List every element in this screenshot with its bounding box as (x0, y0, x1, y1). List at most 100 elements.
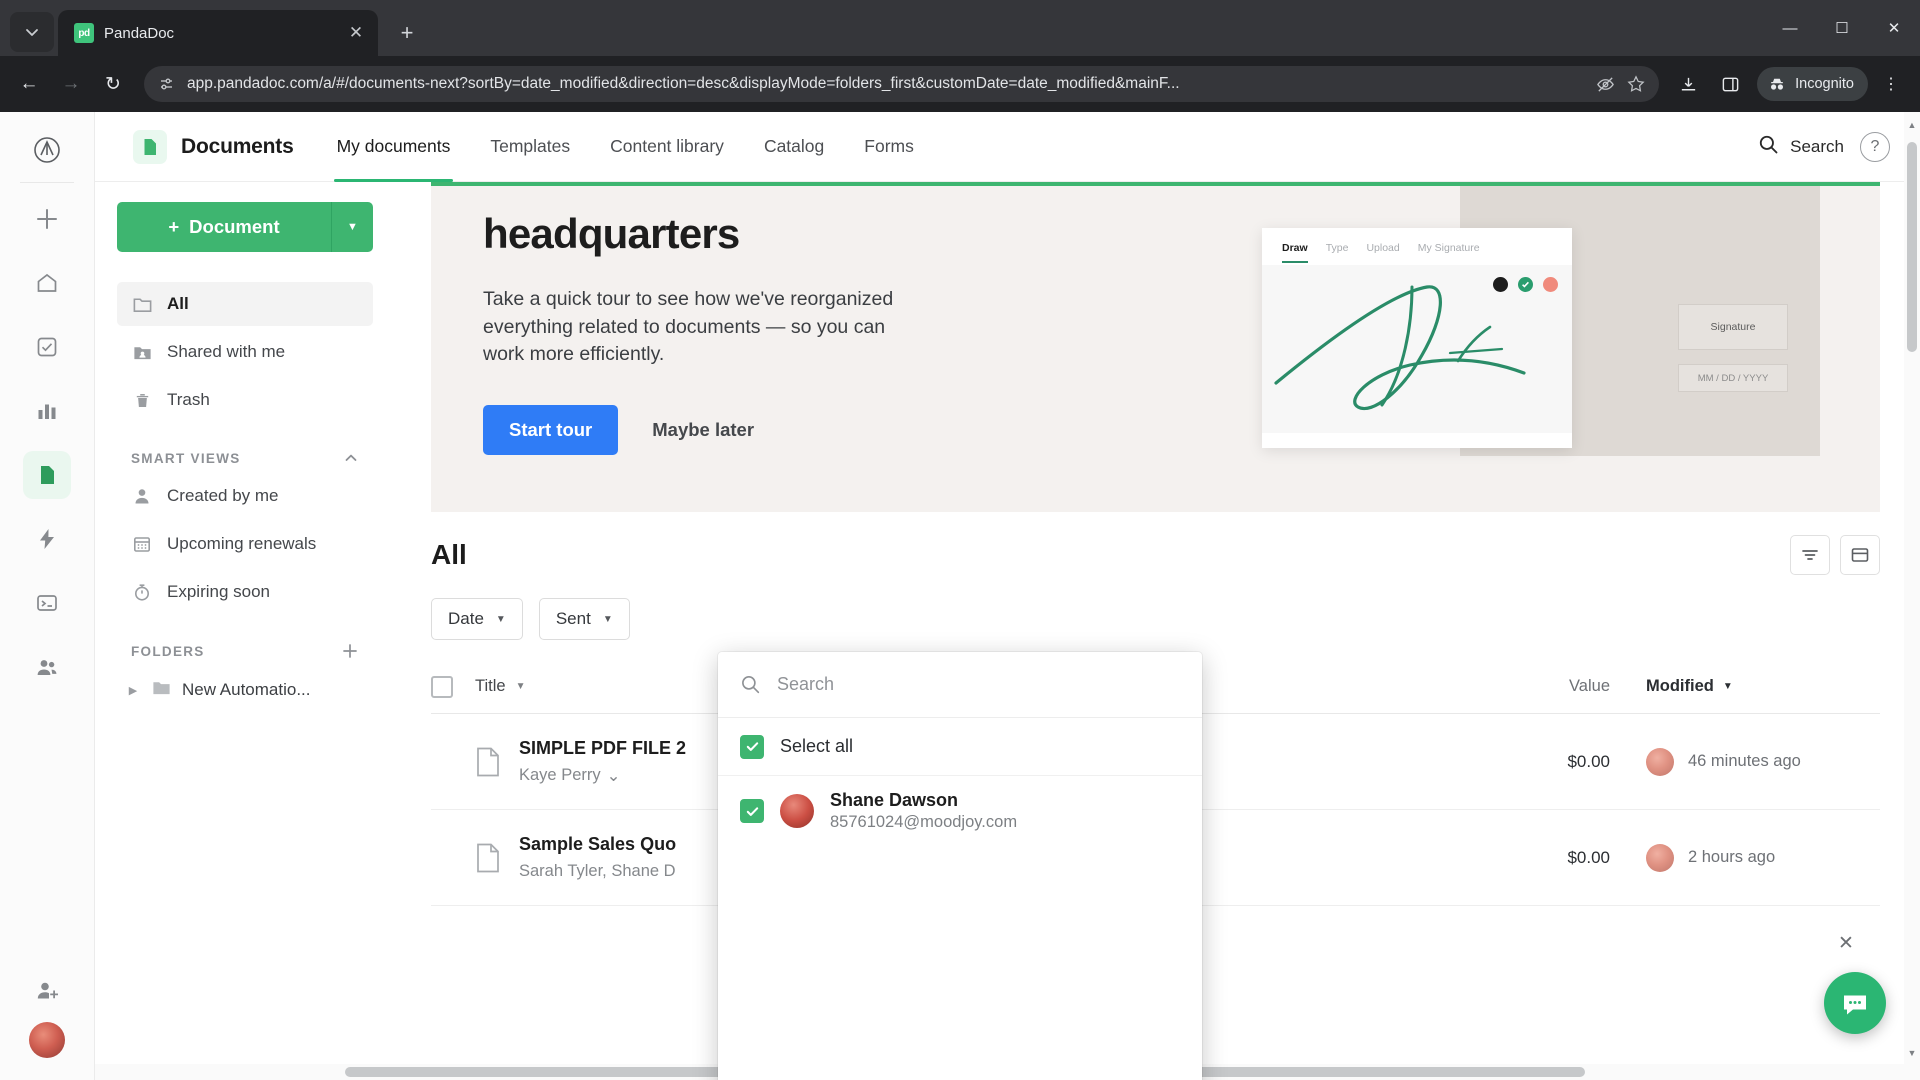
reload-icon[interactable]: ↻ (94, 65, 132, 103)
tab-templates[interactable]: Templates (473, 112, 587, 182)
modifier-avatar (1646, 747, 1674, 776)
document-name: SIMPLE PDF FILE 2 (519, 737, 687, 758)
browser-tab[interactable]: pd PandaDoc ✕ (58, 10, 378, 56)
filter-date[interactable]: Date ▼ (431, 598, 523, 640)
rail-home-icon[interactable] (23, 259, 71, 307)
timer-icon (131, 582, 153, 602)
chevron-right-icon[interactable]: ▶ (125, 684, 141, 697)
popup-list-empty-space (718, 846, 1202, 1080)
illustration-date-field: MM / DD / YYYY (1678, 364, 1788, 392)
person-icon (131, 486, 153, 506)
back-icon[interactable]: ← (10, 65, 48, 103)
create-document-button[interactable]: + Document (117, 202, 331, 252)
workspace-logo-icon[interactable] (25, 128, 69, 172)
illustration-tab-my-signature: My Signature (1417, 242, 1480, 254)
tab-my-documents[interactable]: My documents (320, 112, 468, 182)
chat-bubble-icon (1844, 995, 1866, 1015)
scroll-up-arrow-icon[interactable]: ▲ (1904, 116, 1920, 134)
document-people[interactable]: Kaye Perry ⌄ (519, 766, 686, 786)
chevron-down-icon: ▼ (1722, 681, 1733, 692)
chrome-menu-icon[interactable]: ⋮ (1872, 65, 1910, 103)
close-tab-icon[interactable]: ✕ (344, 21, 368, 45)
illustration-signature-field: Signature (1678, 304, 1788, 350)
rail-invite-icon[interactable] (23, 966, 71, 1014)
popup-select-all-row[interactable]: Select all (718, 718, 1202, 776)
chevron-down-icon: ▼ (515, 681, 526, 692)
person-filter-popup: Select all Shane Dawson 85761024@moodjoy… (718, 652, 1202, 1080)
popup-person-row[interactable]: Shane Dawson 85761024@moodjoy.com (718, 776, 1202, 846)
filter-sent[interactable]: Sent ▼ (538, 598, 630, 640)
minimize-icon[interactable]: — (1764, 0, 1816, 56)
side-panel-icon[interactable] (1711, 65, 1749, 103)
column-header-value[interactable]: Value (1490, 677, 1610, 696)
sidebar-item-trash[interactable]: Trash (117, 378, 373, 422)
downloads-icon[interactable] (1669, 65, 1707, 103)
tab-search-button[interactable] (10, 12, 54, 52)
maximize-icon[interactable]: ☐ (1816, 0, 1868, 56)
start-tour-button[interactable]: Start tour (483, 405, 619, 456)
tracking-protection-icon[interactable] (1596, 75, 1615, 94)
column-header-modified[interactable]: Modified ▼ (1610, 677, 1880, 696)
plus-icon: + (168, 216, 180, 237)
rail-documents-icon[interactable] (23, 451, 71, 499)
close-window-icon[interactable]: ✕ (1868, 0, 1920, 56)
illustration-signature-canvas (1262, 265, 1572, 433)
tour-banner-actions: Start tour Maybe later (483, 405, 991, 456)
row-modified-cell: 46 minutes ago (1610, 747, 1880, 776)
address-bar[interactable]: app.pandadoc.com/a/#/documents-next?sort… (144, 66, 1660, 102)
tour-banner-title: headquarters (483, 210, 740, 257)
forward-icon[interactable]: → (52, 65, 90, 103)
trash-icon (131, 391, 153, 410)
folders-header: FOLDERS (117, 642, 373, 660)
sidebar-item-label: Trash (167, 390, 210, 409)
app-title: Documents (181, 134, 294, 158)
sidebar-item-label: Expiring soon (167, 582, 271, 601)
shared-folder-icon (131, 342, 153, 363)
rail-contacts-icon[interactable] (23, 643, 71, 691)
bookmark-star-icon[interactable] (1627, 75, 1645, 93)
incognito-indicator[interactable]: Incognito (1757, 67, 1868, 101)
select-all-checkbox[interactable] (431, 675, 475, 698)
sidebar-item-created-by-me[interactable]: Created by me (117, 474, 373, 518)
search-button[interactable]: Search (1758, 134, 1844, 160)
vertical-scrollbar[interactable]: ▲ ▼ (1904, 112, 1920, 1080)
rail-tasks-icon[interactable] (23, 323, 71, 371)
filter-sent-label: Sent (555, 609, 591, 628)
view-layout-icon[interactable] (1840, 535, 1880, 575)
user-avatar[interactable] (29, 1022, 65, 1058)
filter-icon[interactable] (1790, 535, 1830, 575)
tab-strip: pd PandaDoc ✕ + — ☐ ✕ (0, 0, 1920, 56)
person-name: Shane Dawson (830, 790, 959, 810)
popup-search-input[interactable] (777, 674, 1180, 695)
documents-brand-icon (133, 129, 167, 164)
new-tab-icon[interactable]: + (390, 16, 424, 50)
create-document-dropdown-icon[interactable]: ▼ (331, 202, 373, 252)
sidebar-item-all[interactable]: All (117, 282, 373, 326)
maybe-later-button[interactable]: Maybe later (652, 419, 754, 441)
tab-catalog[interactable]: Catalog (747, 112, 841, 182)
rail-automations-icon[interactable] (23, 515, 71, 563)
help-icon[interactable]: ? (1860, 131, 1890, 162)
close-chat-icon[interactable]: ✕ (1834, 931, 1858, 955)
list-title: All (431, 539, 467, 570)
site-settings-icon[interactable] (158, 76, 175, 93)
list-header: All (395, 512, 1920, 598)
rail-reports-icon[interactable] (23, 387, 71, 435)
folder-item[interactable]: ▶ New Automatio... (117, 668, 373, 712)
rail-forms-icon[interactable] (23, 579, 71, 627)
chat-widget-button[interactable] (1824, 972, 1886, 1034)
rail-create-icon[interactable] (23, 195, 71, 243)
tab-content-library[interactable]: Content library (593, 112, 741, 182)
folders-title: FOLDERS (131, 643, 205, 659)
chevron-up-icon[interactable] (343, 450, 359, 466)
tab-forms[interactable]: Forms (847, 112, 931, 182)
sidebar-item-upcoming-renewals[interactable]: Upcoming renewals (117, 522, 373, 566)
sidebar-item-expiring-soon[interactable]: Expiring soon (117, 570, 373, 614)
document-people[interactable]: Sarah Tyler, Shane D (519, 862, 676, 881)
chevron-down-icon: ⌄ (606, 766, 621, 785)
vertical-scroll-thumb[interactable] (1907, 142, 1917, 352)
add-folder-icon[interactable] (341, 642, 359, 660)
sidebar-item-shared-with-me[interactable]: Shared with me (117, 330, 373, 374)
popup-search-row (718, 652, 1202, 718)
scroll-down-arrow-icon[interactable]: ▼ (1904, 1044, 1920, 1062)
